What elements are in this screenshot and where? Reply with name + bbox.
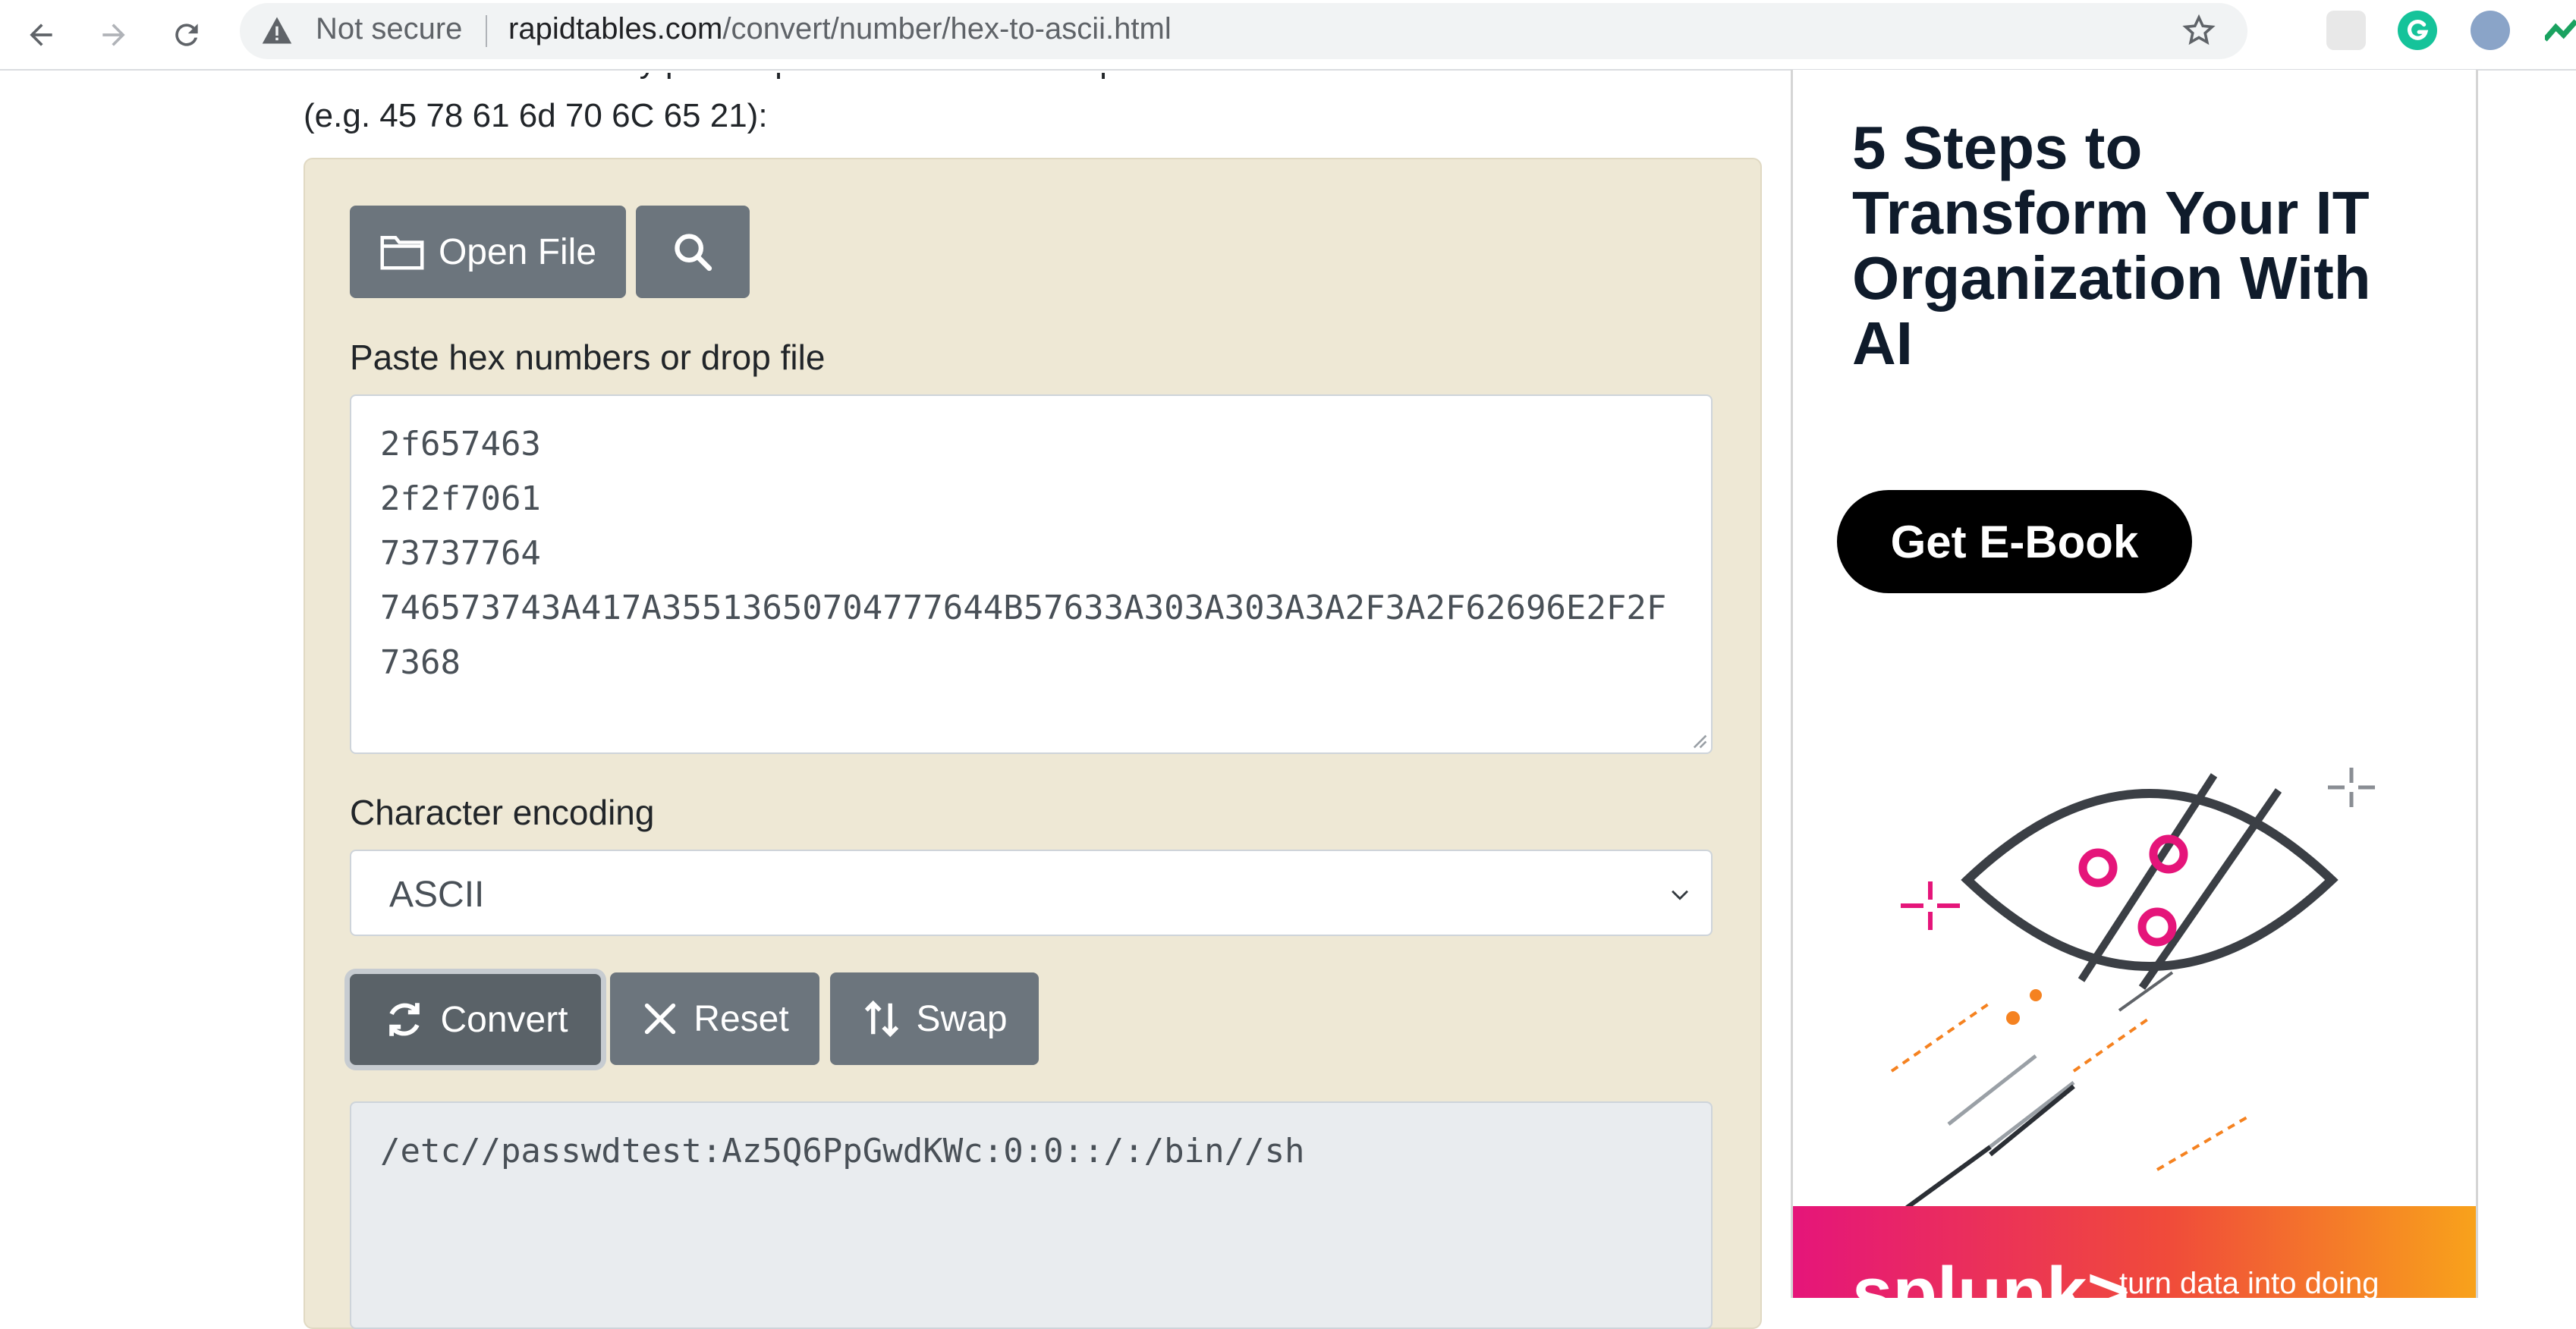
close-icon [645,1003,676,1035]
encoding-selected-value: ASCII [389,875,485,915]
omnibox-separator [486,15,487,47]
reset-label: Reset [694,998,789,1039]
grammarly-g-icon [2407,19,2429,40]
url-host: rapidtables.com [508,12,723,46]
back-arrow-icon [30,24,52,46]
reload-icon [175,24,198,46]
chart-icon [2543,19,2576,42]
reset-button[interactable]: Reset [610,972,819,1065]
chevron-down-icon [1672,890,1688,900]
swap-button[interactable]: Swap [830,972,1039,1065]
input-line: 73737764 [380,534,541,573]
hex-input-textarea[interactable]: 2f657463 2f2f7061 73737764 746573743A417… [350,394,1713,754]
forward-button[interactable] [90,11,138,59]
output-value: /etc//passwdtest:Az5Q6PpGwdKWc:0:0::/:/b… [380,1132,1305,1170]
url-text[interactable]: rapidtables.com/convert/number/hex-to-as… [508,12,1172,46]
resize-handle-icon[interactable] [1688,730,1708,749]
back-button[interactable] [17,11,65,59]
ad-banner[interactable]: splunk> turn data into doing [1793,1206,2476,1298]
swap-label: Swap [916,998,1008,1039]
ad-eye-illustration [1890,768,2375,1208]
star-icon[interactable] [2181,12,2217,49]
ad-cta-button[interactable]: Get E-Book [1837,490,2192,593]
warning-icon [262,17,292,44]
input-label: Paste hex numbers or drop file [350,338,826,377]
search-button[interactable] [636,206,750,298]
open-file-button[interactable]: Open File [350,206,626,298]
forward-arrow-icon [102,24,125,46]
convert-label: Convert [440,999,568,1040]
swap-icon [865,1000,899,1038]
reload-button[interactable] [162,11,211,59]
extension-settings-icon[interactable] [2326,11,2366,50]
extension-icon[interactable] [2471,11,2510,50]
security-label[interactable]: Not secure [316,12,462,46]
browser-toolbar: Not secure rapidtables.com/convert/numbe… [0,0,2576,71]
intro-example: (e.g. 45 78 61 6d 70 6C 65 21): [304,97,768,134]
address-bar[interactable]: Not secure rapidtables.com/convert/numbe… [240,3,2247,59]
ad-brand-logo: splunk> [1852,1252,2130,1298]
ad-title: 5 Steps to Transform Your IT Organizatio… [1852,114,2371,377]
input-line: 2f657463 [380,425,541,463]
open-file-label: Open File [438,231,597,272]
url-path: /convert/number/hex-to-ascii.html [722,12,1172,46]
advertisement[interactable]: 5 Steps to Transform Your IT Organizatio… [1791,70,2478,1298]
encoding-label: Character encoding [350,793,655,832]
search-icon [675,234,712,272]
extension-chart-icon[interactable] [2543,11,2576,50]
folder-icon [380,236,424,270]
encoding-select[interactable]: ASCII [350,850,1713,936]
ad-tagline: turn data into doing [2119,1267,2379,1298]
ascii-output-textarea[interactable]: /etc//passwdtest:Az5Q6PpGwdKWc:0:0::/:/b… [350,1101,1713,1329]
input-line: 2f2f7061 [380,479,541,518]
input-line: 746573743A417A35513650704777644B57633A30… [380,589,1667,682]
refresh-icon [389,1003,420,1036]
grammarly-extension-icon[interactable] [2398,11,2437,50]
convert-button[interactable]: Convert [350,974,601,1065]
